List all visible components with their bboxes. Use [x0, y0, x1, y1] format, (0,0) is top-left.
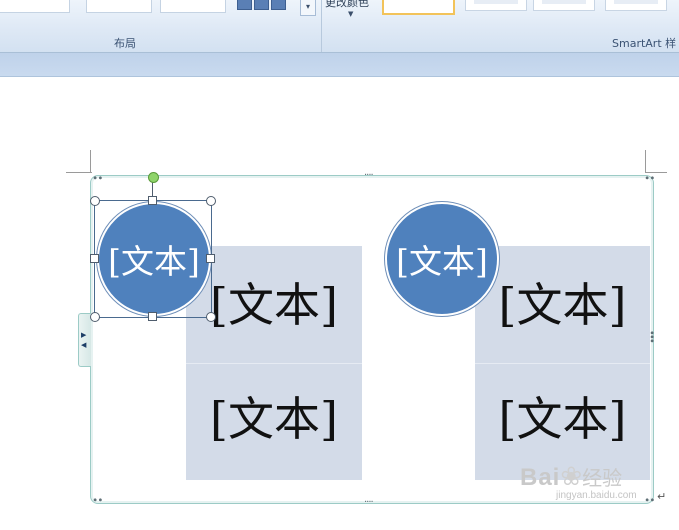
chevron-down-icon[interactable]: ▼: [348, 10, 353, 18]
paw-icon: ❀: [560, 462, 583, 492]
layout-swatch-icon[interactable]: [237, 0, 252, 10]
frame-resize-handle[interactable]: ····: [364, 498, 374, 508]
group-separator: [321, 0, 322, 52]
watermark-brand-tail: 经验: [582, 466, 623, 490]
smartart-style-selected[interactable]: [382, 0, 455, 15]
left-bottom-text[interactable]: [文本]: [186, 392, 362, 446]
frame-corner-handle[interactable]: ∙∙: [92, 496, 103, 506]
left-top-text[interactable]: [文本]: [186, 278, 362, 332]
expand-left-icon: ▶: [81, 331, 87, 339]
gallery-more-button[interactable]: ▾: [300, 0, 316, 16]
right-top-text[interactable]: [文本]: [475, 278, 650, 332]
frame-corner-handle[interactable]: ∙∙: [92, 174, 103, 184]
text-rectangle-left[interactable]: [文本] [文本]: [186, 246, 362, 480]
ribbon: ▾ 布局 更改颜色 ▼ SmartArt 样: [0, 0, 679, 53]
layout-group-label: 布局: [114, 37, 136, 50]
resize-handle-corner[interactable]: [206, 312, 216, 322]
text-pane-toggle[interactable]: ▶ ◀: [78, 313, 91, 367]
resize-handle-edge[interactable]: [90, 254, 99, 263]
right-circle-text[interactable]: [文本]: [396, 235, 488, 283]
layout-swatch-icon[interactable]: [254, 0, 269, 10]
ruler-band: [0, 53, 679, 77]
frame-resize-handle[interactable]: ····: [364, 171, 374, 181]
layout-gallery-item[interactable]: [160, 0, 226, 13]
resize-handle-edge[interactable]: [206, 254, 215, 263]
layout-swatch-icon[interactable]: [271, 0, 286, 10]
circle-shape-right[interactable]: [文本]: [385, 202, 499, 316]
watermark-brand: Bai: [520, 464, 561, 491]
baidu-watermark: Bai❀经验 jingyan.baidu.com: [520, 462, 637, 501]
right-bottom-text[interactable]: [文本]: [475, 392, 650, 446]
resize-handle-edge[interactable]: [148, 196, 157, 205]
margin-mark: [645, 150, 646, 172]
frame-corner-handle[interactable]: ∙∙: [644, 174, 655, 184]
selection-box: [94, 200, 212, 318]
expand-right-icon: ◀: [81, 341, 87, 349]
layout-gallery-item[interactable]: [0, 0, 70, 13]
resize-handle-edge[interactable]: [148, 312, 157, 321]
watermark-url: jingyan.baidu.com: [556, 490, 637, 501]
smartart-styles-group-label: SmartArt 样: [612, 37, 677, 50]
resize-handle-corner[interactable]: [206, 196, 216, 206]
margin-mark: [66, 172, 92, 173]
text-rectangle-right[interactable]: [文本] [文本]: [475, 246, 650, 480]
smartart-style-item[interactable]: [605, 0, 667, 11]
rotate-handle[interactable]: [148, 172, 159, 183]
resize-handle-corner[interactable]: [90, 312, 100, 322]
change-colors-button[interactable]: 更改颜色: [325, 0, 369, 10]
smartart-style-item[interactable]: [533, 0, 595, 11]
layout-gallery-item[interactable]: [86, 0, 152, 13]
resize-handle-corner[interactable]: [90, 196, 100, 206]
frame-corner-handle[interactable]: ∙∙: [644, 496, 655, 506]
margin-mark: [90, 150, 91, 172]
smartart-style-item[interactable]: [465, 0, 527, 11]
paragraph-mark-icon: ↵: [657, 490, 667, 503]
